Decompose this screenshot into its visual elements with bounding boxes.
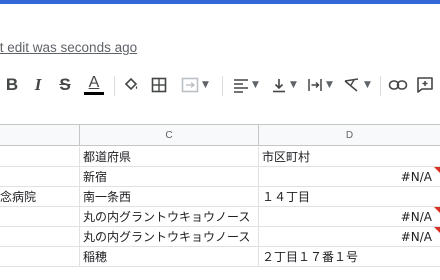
cell-text: #N/A: [400, 230, 432, 244]
window-top-strip: [0, 0, 440, 4]
cell-b[interactable]: 念病院: [0, 187, 80, 207]
text-wrapping-icon: [308, 79, 322, 91]
table-row: 稲穂 ２丁目１７番１号: [0, 247, 440, 267]
toolbar-separator: [114, 76, 115, 96]
cell-text: 新宿: [83, 170, 108, 184]
cell-text: 稲穂: [83, 250, 108, 264]
text-rotation-button[interactable]: ▼: [340, 72, 374, 98]
text-rotation-icon: [344, 78, 359, 92]
cell-b[interactable]: [0, 167, 80, 187]
cell-d[interactable]: １４丁目: [259, 187, 440, 207]
cell-text: １４丁目: [262, 190, 311, 204]
vertical-align-icon: [273, 79, 286, 93]
merge-cells-icon: [181, 77, 199, 93]
text-color-swatch: [84, 92, 104, 95]
cell-text: #N/A: [400, 170, 432, 184]
last-edit-text: Last edit was seconds ago: [0, 40, 138, 55]
horizontal-align-icon: [234, 79, 249, 93]
italic-icon: I: [34, 75, 42, 94]
cell-d[interactable]: #N/A: [259, 227, 440, 247]
table-row: 丸の内グラントウキョウノース #N/A: [0, 207, 440, 227]
text-wrapping-button[interactable]: ▼: [304, 72, 336, 98]
horizontal-align-button[interactable]: ▼: [229, 72, 263, 98]
cell-text: 丸の内グラントウキョウノース: [83, 210, 251, 224]
column-header-c[interactable]: C: [80, 125, 259, 146]
insert-comment-icon: [417, 77, 433, 93]
toolbar-separator: [380, 76, 381, 96]
insert-link-button[interactable]: [386, 72, 410, 98]
text-color-icon: A: [88, 74, 100, 91]
cell-c[interactable]: 都道府県: [80, 147, 259, 167]
column-header-d[interactable]: D: [259, 125, 440, 146]
insert-comment-button[interactable]: [414, 72, 436, 98]
vertical-align-button[interactable]: ▼: [268, 72, 300, 98]
cell-c[interactable]: 丸の内グラントウキョウノース: [80, 207, 259, 227]
cell-text: 市区町村: [262, 150, 311, 164]
cell-d[interactable]: #N/A: [259, 167, 440, 187]
chevron-down-icon: ▼: [326, 80, 333, 90]
last-edit-link[interactable]: Last edit was seconds ago: [0, 38, 137, 58]
cell-text: 都道府県: [83, 150, 132, 164]
cell-c[interactable]: 南一条西: [80, 187, 259, 207]
borders-icon: [151, 77, 167, 93]
borders-button[interactable]: [148, 72, 170, 98]
cell-text: 丸の内グラントウキョウノース: [83, 230, 251, 244]
strikethrough-button[interactable]: S: [56, 72, 74, 98]
text-color-button[interactable]: A: [83, 72, 105, 98]
strikethrough-icon: S: [59, 75, 71, 94]
cell-b[interactable]: [0, 207, 80, 227]
table-row: 都道府県 市区町村: [0, 147, 440, 167]
cell-b[interactable]: [0, 227, 80, 247]
cell-b[interactable]: [0, 147, 80, 167]
cell-d[interactable]: #N/A: [259, 207, 440, 227]
formatting-toolbar: B I S A ▼ ▼ ▼ ▼ ▼: [0, 66, 440, 102]
column-header-row: C D: [0, 124, 440, 146]
cell-text: #N/A: [400, 210, 432, 224]
insert-link-icon: [388, 80, 408, 90]
table-row: 念病院 南一条西 １４丁目: [0, 187, 440, 207]
cell-text: ２丁目１７番１号: [262, 250, 359, 264]
merge-cells-button[interactable]: ▼: [176, 72, 214, 98]
spreadsheet-grid: C D 都道府県 市区町村 新宿 #N/A 念病院 南一条西 １４丁目 丸の内グラントウキョウ…: [0, 124, 440, 280]
cell-c[interactable]: 稲穂: [80, 247, 259, 267]
italic-button[interactable]: I: [30, 72, 46, 98]
chevron-down-icon: ▼: [364, 80, 371, 90]
fill-color-button[interactable]: [120, 72, 142, 98]
fill-color-icon: [124, 77, 138, 91]
cell-d[interactable]: 市区町村: [259, 147, 440, 167]
chevron-down-icon: ▼: [252, 80, 259, 90]
bold-icon: B: [5, 75, 19, 94]
chevron-down-icon: ▼: [202, 80, 209, 90]
cell-c[interactable]: 新宿: [80, 167, 259, 187]
cell-c[interactable]: 丸の内グラントウキョウノース: [80, 227, 259, 247]
table-row: 新宿 #N/A: [0, 167, 440, 187]
cell-text: 南一条西: [83, 190, 132, 204]
cell-b[interactable]: [0, 247, 80, 267]
bold-button[interactable]: B: [4, 72, 20, 98]
chevron-down-icon: ▼: [290, 80, 297, 90]
error-flag-icon[interactable]: [434, 207, 440, 213]
cell-text: 念病院: [0, 190, 37, 204]
cell-d[interactable]: ２丁目１７番１号: [259, 247, 440, 267]
error-flag-icon[interactable]: [434, 227, 440, 233]
error-flag-icon[interactable]: [434, 167, 440, 173]
toolbar-separator: [222, 76, 223, 96]
column-header-b[interactable]: [0, 125, 80, 146]
table-row: 丸の内グラントウキョウノース #N/A: [0, 227, 440, 247]
